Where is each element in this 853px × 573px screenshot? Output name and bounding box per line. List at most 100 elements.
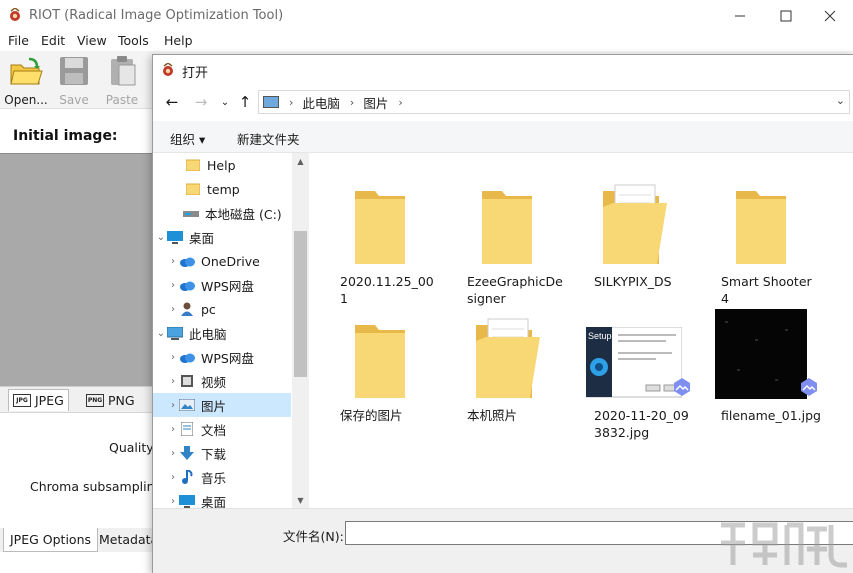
- png-icon: PNG: [86, 393, 104, 407]
- svg-text:Setup: Setup: [588, 331, 612, 341]
- navigation-scrollbar[interactable]: ▲ ▼: [292, 153, 309, 508]
- tab-jpeg-options[interactable]: JPEG Options: [3, 528, 99, 552]
- cloud-icon: [179, 254, 195, 268]
- dialog-title: 打开: [182, 66, 209, 81]
- folder-item[interactable]: SILKYPIX_DS: [574, 165, 694, 290]
- expand-chevron-icon[interactable]: ›: [167, 376, 179, 387]
- file-list: 2020.11.25_001 EzeeGraphicDesigner SILKYPI…: [310, 153, 853, 508]
- tree-item[interactable]: 本地磁盘 (C:): [153, 201, 291, 225]
- minimize-button[interactable]: [717, 0, 763, 31]
- tree-item-label: 本地磁盘 (C:): [205, 206, 282, 222]
- menu-file[interactable]: File: [8, 33, 29, 48]
- expand-chevron-icon[interactable]: ›: [167, 352, 179, 363]
- open-button[interactable]: Open...: [2, 55, 50, 107]
- scroll-up-icon[interactable]: ▲: [292, 153, 309, 169]
- folder-item[interactable]: Smart Shooter 4: [701, 165, 821, 307]
- item-name: filename_01.jpg: [721, 408, 821, 423]
- tree-item-label: pc: [201, 301, 216, 317]
- file-item[interactable]: Setup 2020-11-20_093832.jpg: [574, 299, 694, 441]
- tree-item-label: WPS网盘: [201, 278, 254, 294]
- folder-icon: [447, 165, 567, 265]
- tab-png[interactable]: PNG PNG: [82, 389, 139, 411]
- scrollbar-thumb[interactable]: [294, 231, 307, 377]
- folder-icon: [185, 182, 201, 196]
- tree-item[interactable]: Help: [153, 153, 291, 177]
- riot-dialog-icon: [163, 63, 173, 76]
- expand-chevron-icon[interactable]: ›: [167, 304, 179, 315]
- expand-chevron-icon[interactable]: ›: [167, 496, 179, 507]
- expand-chevron-icon[interactable]: ›: [167, 256, 179, 267]
- folder-item[interactable]: 保存的图片: [320, 299, 440, 424]
- menu-view[interactable]: View: [77, 33, 107, 48]
- jpeg-options-panel: Quality: Chroma subsampling: [0, 412, 162, 528]
- maximize-button[interactable]: [763, 0, 809, 31]
- folder-item[interactable]: 2020.11.25_001: [320, 165, 440, 307]
- tree-item[interactable]: › WPS网盘: [153, 345, 291, 369]
- item-name: 保存的图片: [340, 408, 403, 423]
- document-icon: [179, 422, 195, 436]
- up-arrow-icon: ↑: [238, 93, 252, 111]
- pictures-icon: [179, 398, 195, 412]
- music-icon: [179, 470, 195, 484]
- tree-item[interactable]: › 音乐: [153, 465, 291, 489]
- menu-edit[interactable]: Edit: [41, 33, 65, 48]
- tree-item[interactable]: › pc: [153, 297, 291, 321]
- new-folder-button[interactable]: 新建文件夹: [237, 129, 300, 148]
- menu-tools[interactable]: Tools: [118, 33, 149, 48]
- organize-button[interactable]: 组织 ▾: [170, 129, 205, 148]
- open-label: Open...: [4, 93, 48, 107]
- user-icon: [179, 302, 195, 316]
- expanded-chevron-icon[interactable]: ⌄: [155, 232, 167, 243]
- address-dropdown-icon[interactable]: ⌄: [836, 94, 845, 107]
- menu-help[interactable]: Help: [164, 33, 193, 48]
- tree-item-label: 下载: [201, 446, 227, 462]
- tree-item[interactable]: › 视频: [153, 369, 291, 393]
- expand-chevron-icon[interactable]: ›: [167, 280, 179, 291]
- riot-titlebar: RIOT (Radical Image Optimization Tool): [0, 0, 853, 31]
- breadcrumb-this-pc[interactable]: 此电脑: [302, 93, 340, 112]
- initial-image-label: Initial image:: [13, 128, 118, 144]
- breadcrumb-pictures[interactable]: 图片: [363, 93, 388, 112]
- tab-jpeg[interactable]: JPG JPEG: [8, 389, 69, 411]
- tree-item[interactable]: › 图片: [153, 393, 291, 417]
- watermark-logo: [721, 522, 847, 568]
- expand-chevron-icon[interactable]: ›: [167, 424, 179, 435]
- address-bar[interactable]: › 此电脑 › 图片 › ⌄: [258, 90, 850, 114]
- tree-item[interactable]: › 文档: [153, 417, 291, 441]
- riot-window-title: RIOT (Radical Image Optimization Tool): [29, 8, 284, 23]
- expand-chevron-icon[interactable]: ›: [167, 400, 179, 411]
- tab-jpeg-label: JPEG: [35, 393, 64, 408]
- expand-chevron-icon[interactable]: ›: [167, 472, 179, 483]
- video-icon: [179, 374, 195, 388]
- computer-icon: [167, 326, 183, 340]
- file-item[interactable]: filename_01.jpg: [701, 299, 821, 424]
- save-icon: [60, 57, 88, 85]
- open-file-dialog: 打开 ← → ⌄ ↑ › 此电脑 › 图片 › ⌄ 组织 ▾ 新建文件夹 Hel…: [152, 54, 853, 573]
- close-button[interactable]: [807, 0, 853, 31]
- expand-chevron-icon[interactable]: ›: [167, 448, 179, 459]
- quality-label: Quality:: [109, 440, 157, 455]
- tree-item-label: temp: [207, 181, 240, 197]
- folder-item[interactable]: 本机照片: [447, 299, 567, 424]
- forward-button[interactable]: →: [191, 92, 211, 112]
- tree-item[interactable]: › 下载: [153, 441, 291, 465]
- tree-item-label: 视频: [201, 374, 227, 390]
- back-button[interactable]: ←: [162, 92, 182, 112]
- folder-item[interactable]: EzeeGraphicDesigner: [447, 165, 567, 307]
- tree-item-label: 音乐: [201, 470, 227, 486]
- recent-locations-button[interactable]: ⌄: [215, 92, 235, 112]
- tree-item-label: 桌面: [189, 230, 215, 246]
- chevron-down-icon: ⌄: [220, 96, 230, 108]
- up-button[interactable]: ↑: [235, 92, 255, 112]
- tree-item[interactable]: ⌄ 此电脑: [153, 321, 291, 345]
- tree-item[interactable]: temp: [153, 177, 291, 201]
- paste-button[interactable]: Paste: [98, 55, 146, 107]
- scroll-down-icon[interactable]: ▼: [292, 492, 309, 508]
- expanded-chevron-icon[interactable]: ⌄: [155, 328, 167, 339]
- tree-item[interactable]: › WPS网盘: [153, 273, 291, 297]
- open-folder-icon: [10, 57, 43, 85]
- tree-item[interactable]: ⌄ 桌面: [153, 225, 291, 249]
- save-button[interactable]: Save: [50, 55, 98, 107]
- dialog-titlebar: 打开: [153, 55, 853, 85]
- tree-item[interactable]: › OneDrive: [153, 249, 291, 273]
